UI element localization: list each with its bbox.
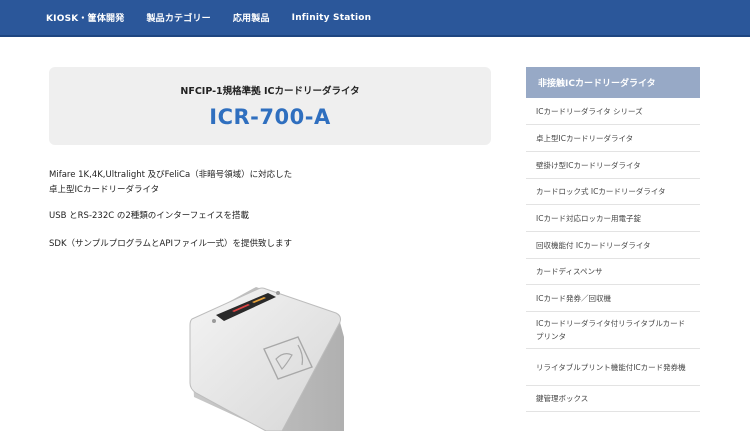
sidebar-item-retrieval[interactable]: 回収機能付 ICカードリーダライタ bbox=[526, 232, 700, 259]
sidebar-item-issuing-machine[interactable]: リライタブルプリント機能付ICカード発券機 bbox=[526, 349, 700, 386]
product-image bbox=[186, 285, 348, 431]
description-paragraph-1: Mifare 1K,4K,Ultralight 及びFeliCa（非暗号領域）に… bbox=[49, 168, 292, 198]
description-paragraph-2: USB とRS-232C の2種類のインターフェイスを搭載 bbox=[49, 209, 249, 224]
sidebar-item-rewritable-printer[interactable]: ICカードリーダライタ付リライタブルカードプリンタ bbox=[526, 312, 700, 349]
sidebar-item-key-box[interactable]: 鍵管理ボックス bbox=[526, 386, 700, 412]
nav-infinity-station[interactable]: Infinity Station bbox=[292, 13, 372, 23]
description-line: Mifare 1K,4K,Ultralight 及びFeliCa（非暗号領域）に… bbox=[49, 170, 293, 180]
product-subtitle: NFCIP-1規格準拠 ICカードリーダライタ bbox=[180, 86, 360, 97]
description-paragraph-3: SDK（サンプルプログラムとAPIファイル一式）を提供致します bbox=[49, 237, 292, 252]
sidebar-heading[interactable]: 非接触ICカードリーダライタ bbox=[526, 67, 700, 98]
sidebar-item-card-lock[interactable]: カードロック式 ICカードリーダライタ bbox=[526, 179, 700, 205]
sidebar-item-dispenser[interactable]: カードディスペンサ bbox=[526, 259, 700, 285]
nav-kiosk[interactable]: KIOSK・筐体開発 bbox=[46, 11, 124, 24]
nav-applied-products[interactable]: 応用製品 bbox=[233, 11, 270, 24]
card-reader-device-image bbox=[189, 287, 344, 431]
product-hero: NFCIP-1規格準拠 ICカードリーダライタ ICR-700-A bbox=[49, 67, 491, 145]
sidebar: 非接触ICカードリーダライタ ICカードリーダライタ シリーズ 卓上型ICカード… bbox=[526, 67, 700, 412]
description-line: 卓上型ICカードリーダライタ bbox=[49, 185, 160, 195]
sidebar-item-issue-retrieval[interactable]: ICカード発券／回収機 bbox=[526, 285, 700, 312]
nav-product-category[interactable]: 製品カテゴリー bbox=[146, 11, 210, 24]
top-navigation: KIOSK・筐体開発 製品カテゴリー 応用製品 Infinity Station bbox=[0, 0, 750, 37]
sidebar-item-wall-mount[interactable]: 壁掛け型ICカードリーダライタ bbox=[526, 152, 700, 179]
description-line: USB とRS-232C の2種類のインターフェイスを搭載 bbox=[49, 211, 250, 221]
product-title: ICR-700-A bbox=[209, 105, 331, 129]
description-line: SDK（サンプルプログラムとAPIファイル一式）を提供致します bbox=[49, 239, 292, 249]
sidebar-item-desktop[interactable]: 卓上型ICカードリーダライタ bbox=[526, 125, 700, 152]
sidebar-item-series[interactable]: ICカードリーダライタ シリーズ bbox=[526, 98, 700, 125]
sidebar-item-locker-lock[interactable]: ICカード対応ロッカー用電子錠 bbox=[526, 205, 700, 232]
